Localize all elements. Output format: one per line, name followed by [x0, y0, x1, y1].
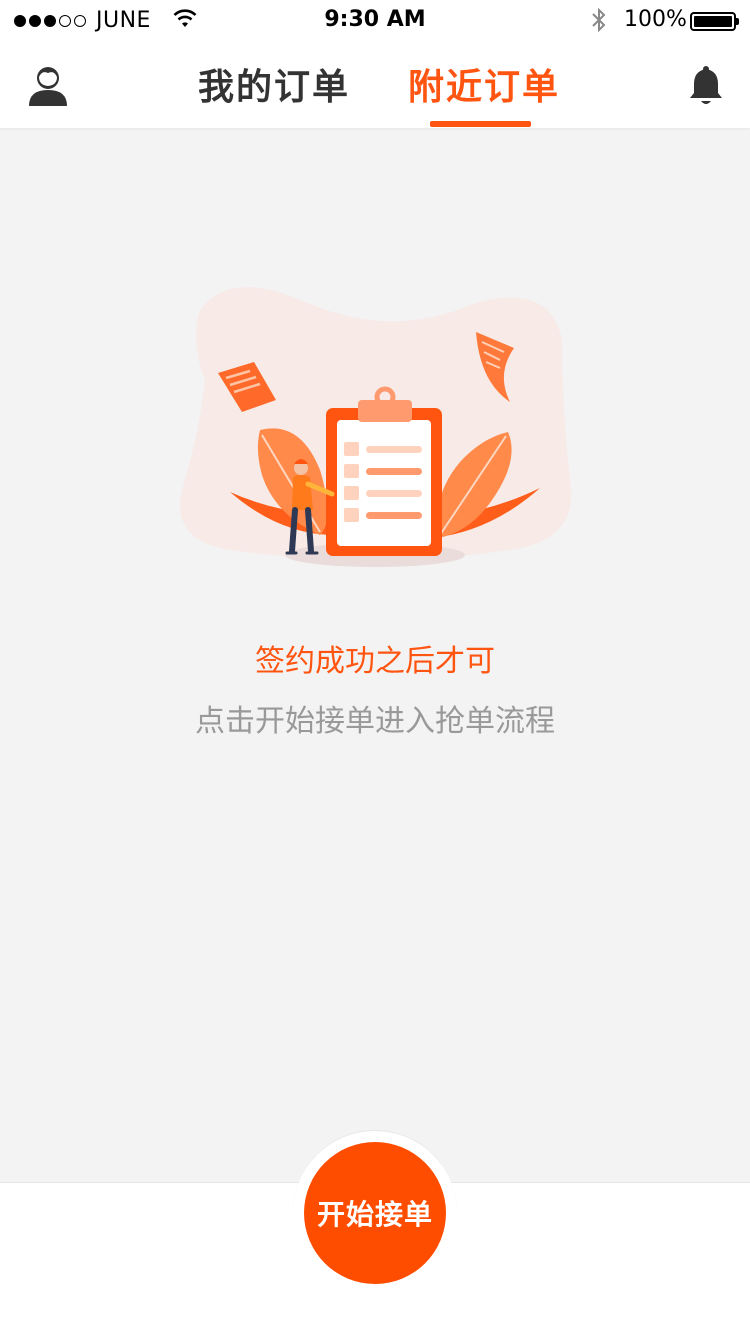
status-bar: JUNE 9:30 AM 100%	[0, 0, 750, 40]
bell-icon	[690, 66, 722, 104]
tab-my-orders[interactable]: 我的订单	[198, 58, 350, 110]
empty-state-title: 签约成功之后才可	[255, 644, 495, 679]
battery-icon	[690, 12, 739, 31]
battery-percent: 100%	[624, 7, 687, 32]
start-accepting-orders-button[interactable]: 开始接单	[304, 1142, 446, 1284]
profile-button[interactable]	[26, 64, 70, 108]
profile-icon	[29, 67, 67, 106]
clipboard-illustration	[180, 287, 572, 567]
top-nav: 我的订单 附近订单	[0, 40, 750, 128]
bluetooth-icon	[592, 7, 606, 33]
tab-nearby-orders[interactable]: 附近订单	[408, 58, 560, 110]
empty-state-subtitle: 点击开始接单进入抢单流程	[195, 704, 555, 739]
active-tab-indicator	[430, 121, 531, 127]
notification-button[interactable]	[686, 64, 726, 108]
